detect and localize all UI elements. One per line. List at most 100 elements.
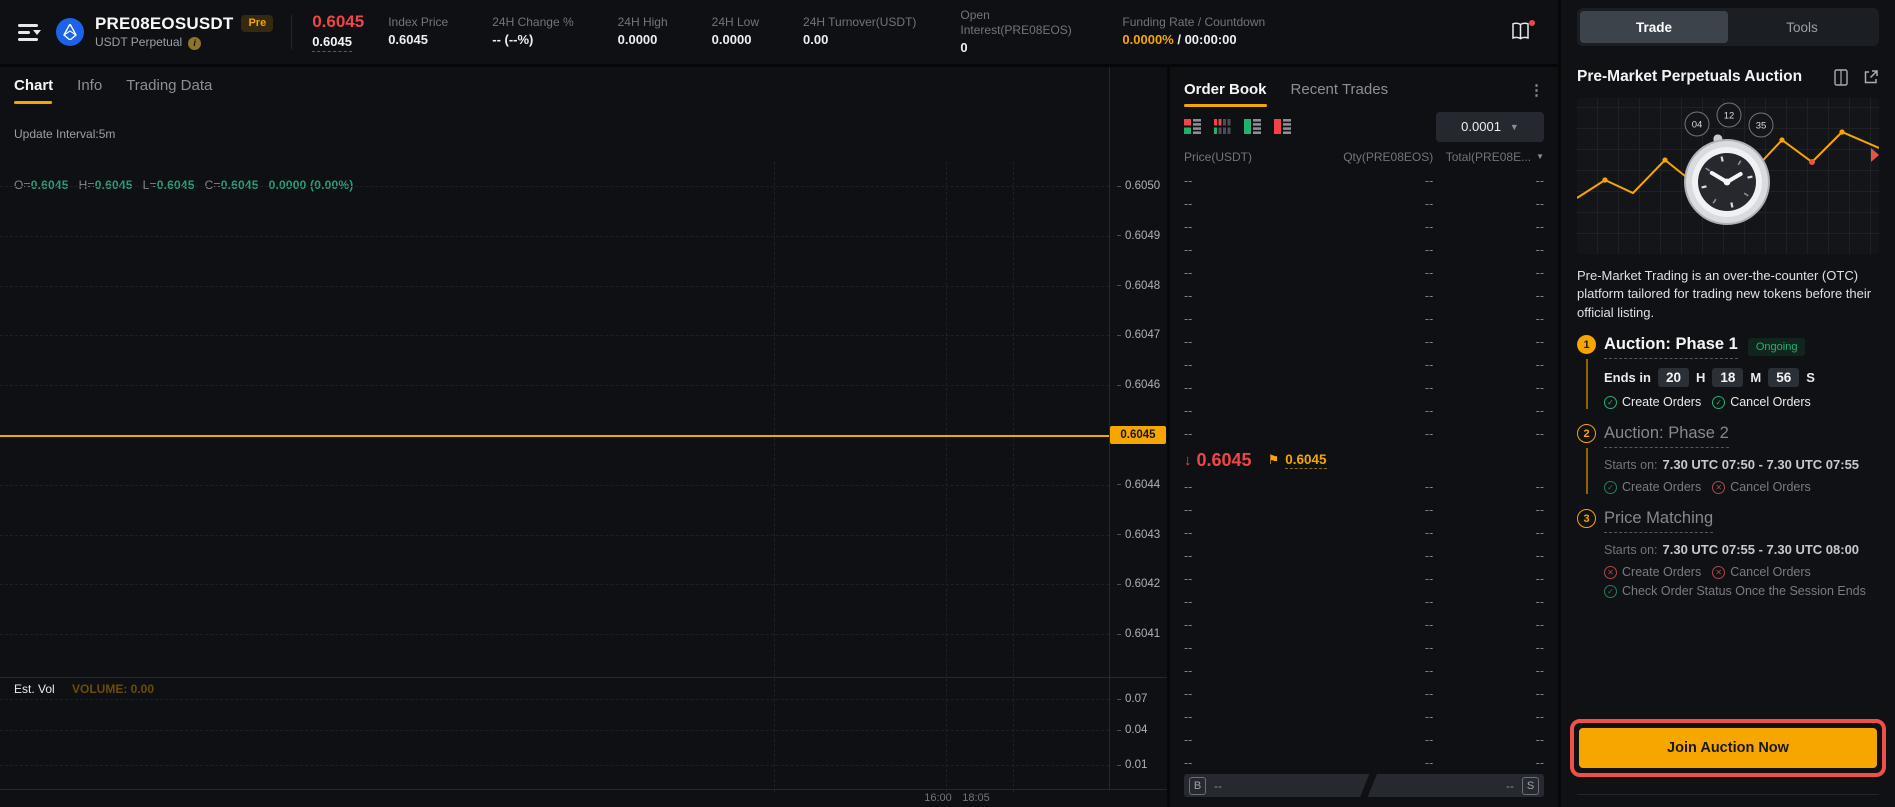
gridline xyxy=(0,634,1109,635)
tab-tools[interactable]: Tools xyxy=(1728,11,1876,43)
book-default-icon[interactable] xyxy=(1184,119,1201,134)
price-axis-label: 0.6042 xyxy=(1117,578,1160,590)
mark-price-flag-icon[interactable] xyxy=(1268,452,1280,468)
stat-24h-low: 24H Low 0.0000 xyxy=(712,15,759,48)
gridline xyxy=(0,186,1109,187)
orderbook-row[interactable]: ------ xyxy=(1184,659,1544,682)
orderbook-row[interactable]: ------ xyxy=(1184,613,1544,636)
stat-24h-high: 24H High 0.0000 xyxy=(618,15,668,48)
ohlc-legend: O=0.6045H=0.6045L=0.6045C=0.60450.0000 (… xyxy=(14,178,363,192)
funding-countdown: 00:00:00 xyxy=(1185,32,1237,47)
buy-ratio-value: -- xyxy=(1214,779,1222,793)
gridline xyxy=(0,535,1109,536)
tab-chart[interactable]: Chart xyxy=(14,77,53,104)
pre-badge: Pre xyxy=(241,15,273,32)
orderbook-row[interactable]: ------ xyxy=(1184,353,1544,376)
orderbook-row[interactable]: ------ xyxy=(1184,590,1544,613)
gridline xyxy=(0,584,1109,585)
gridline xyxy=(0,385,1109,386)
menu-icon[interactable] xyxy=(18,24,40,40)
orderbook-row[interactable]: ------ xyxy=(1184,498,1544,521)
last-price: 0.6045 xyxy=(312,12,364,32)
permission-item: Create Orders xyxy=(1604,565,1701,579)
sell-badge: S xyxy=(1522,777,1539,795)
phase-1-title[interactable]: Auction: Phase 1 xyxy=(1604,335,1738,359)
price-axis-label: 0.6044 xyxy=(1117,479,1160,491)
auction-title: Pre-Market Perpetuals Auction xyxy=(1577,68,1802,86)
price-axis-label: 0.6050 xyxy=(1117,180,1160,192)
gridline xyxy=(0,286,1109,287)
permission-item: Create Orders xyxy=(1604,480,1701,494)
doc-guide-icon[interactable] xyxy=(1833,69,1849,86)
orderbook-asks: ----------------------------------------… xyxy=(1184,169,1544,445)
orderbook-row[interactable]: ------ xyxy=(1184,728,1544,751)
gridline xyxy=(774,162,775,792)
volume-axis-label: 0.04 xyxy=(1117,724,1147,736)
orderbook-row[interactable]: ------ xyxy=(1184,307,1544,330)
orderbook-row[interactable]: ------ xyxy=(1184,475,1544,498)
auction-banner-illustration: 04 12 35 xyxy=(1577,98,1879,254)
svg-text:35: 35 xyxy=(1756,121,1767,132)
orderbook-row[interactable]: ------ xyxy=(1184,751,1544,774)
orderbook-row[interactable]: ------ xyxy=(1184,330,1544,353)
stat-24h-turnover: 24H Turnover(USDT) 0.00 xyxy=(803,15,916,48)
depth-columns-icon[interactable] xyxy=(1214,119,1231,134)
orderbook-row[interactable]: ------ xyxy=(1184,544,1544,567)
orderbook-row[interactable]: ------ xyxy=(1184,422,1544,445)
tab-info[interactable]: Info xyxy=(77,77,102,104)
orderbook-row[interactable]: ------ xyxy=(1184,192,1544,215)
orderbook-row[interactable]: ------ xyxy=(1184,169,1544,192)
permission-item: Create Orders xyxy=(1604,395,1701,409)
bids-only-icon[interactable] xyxy=(1244,119,1261,134)
phase-3-title[interactable]: Price Matching xyxy=(1604,509,1713,533)
external-link-icon[interactable] xyxy=(1863,69,1879,85)
price-axis-label: 0.6048 xyxy=(1117,280,1160,292)
orderbook-row[interactable]: ------ xyxy=(1184,261,1544,284)
join-auction-button[interactable]: Join Auction Now xyxy=(1579,728,1877,768)
tick-size-select[interactable]: 0.0001 xyxy=(1436,112,1544,142)
orderbook-row[interactable]: ------ xyxy=(1184,215,1544,238)
tab-trade[interactable]: Trade xyxy=(1580,11,1728,43)
gridline xyxy=(0,765,1109,766)
orderbook-last-price-row: 0.6045 0.6045 xyxy=(1184,445,1544,475)
orderbook-row[interactable]: ------ xyxy=(1184,705,1544,728)
orderbook-mark-price[interactable]: 0.6045 xyxy=(1285,452,1326,469)
orderbook-row[interactable]: ------ xyxy=(1184,238,1544,261)
chevron-down-icon xyxy=(1510,122,1519,132)
gridline xyxy=(0,699,1109,700)
orderbook-row[interactable]: ------ xyxy=(1184,399,1544,422)
tab-order-book[interactable]: Order Book xyxy=(1184,81,1267,107)
orderbook-row[interactable]: ------ xyxy=(1184,376,1544,399)
check-circle-icon xyxy=(1604,481,1617,494)
gridline xyxy=(946,162,947,792)
orderbook-row[interactable]: ------ xyxy=(1184,567,1544,590)
volume-indicator-label: VOLUME: 0.00 xyxy=(72,682,154,696)
trading-app: PRE08EOSUSDT Pre USDT Perpetual i 0.6045… xyxy=(0,0,1895,807)
auction-phases: 1 Auction: Phase 1 Ongoing Ends in 20 H … xyxy=(1577,335,1879,598)
price-down-arrow-icon xyxy=(1184,452,1192,469)
orderbook-row[interactable]: ------ xyxy=(1184,636,1544,659)
ongoing-badge: Ongoing xyxy=(1748,338,1806,356)
orderbook-row[interactable]: ------ xyxy=(1184,521,1544,544)
kebab-menu-icon[interactable] xyxy=(1529,81,1544,99)
phase-2-title[interactable]: Auction: Phase 2 xyxy=(1604,424,1729,448)
phase-1-number: 1 xyxy=(1577,335,1596,354)
instrument-header: PRE08EOSUSDT Pre USDT Perpetual i 0.6045… xyxy=(0,0,1558,64)
header-stats: Index Price 0.6045 24H Change % -- (--%)… xyxy=(388,8,1309,56)
orderbook-row[interactable]: ------ xyxy=(1184,284,1544,307)
orderbook-row[interactable]: ------ xyxy=(1184,682,1544,705)
col-total[interactable]: Total(PRE08E... xyxy=(1433,150,1544,164)
orderbook-tabs: Order Book Recent Trades xyxy=(1184,81,1544,107)
asks-only-icon[interactable] xyxy=(1274,119,1291,134)
guide-book-icon[interactable] xyxy=(1510,22,1532,42)
stat-funding-rate: Funding Rate / Countdown 0.0000% / 00:00… xyxy=(1122,15,1265,48)
phase-2-number: 2 xyxy=(1577,424,1596,443)
tab-recent-trades[interactable]: Recent Trades xyxy=(1291,81,1389,107)
phase-3-number: 3 xyxy=(1577,509,1596,528)
symbol-selector[interactable]: PRE08EOSUSDT Pre USDT Perpetual i xyxy=(95,14,273,50)
current-price-tag: 0.6045 xyxy=(1110,426,1166,444)
chart-pane[interactable]: Chart Info Trading Data Update Interval:… xyxy=(0,67,1167,807)
countdown-bubbles: 04 12 35 xyxy=(1685,103,1773,137)
tab-trading-data[interactable]: Trading Data xyxy=(126,77,212,104)
info-icon[interactable]: i xyxy=(188,37,201,50)
